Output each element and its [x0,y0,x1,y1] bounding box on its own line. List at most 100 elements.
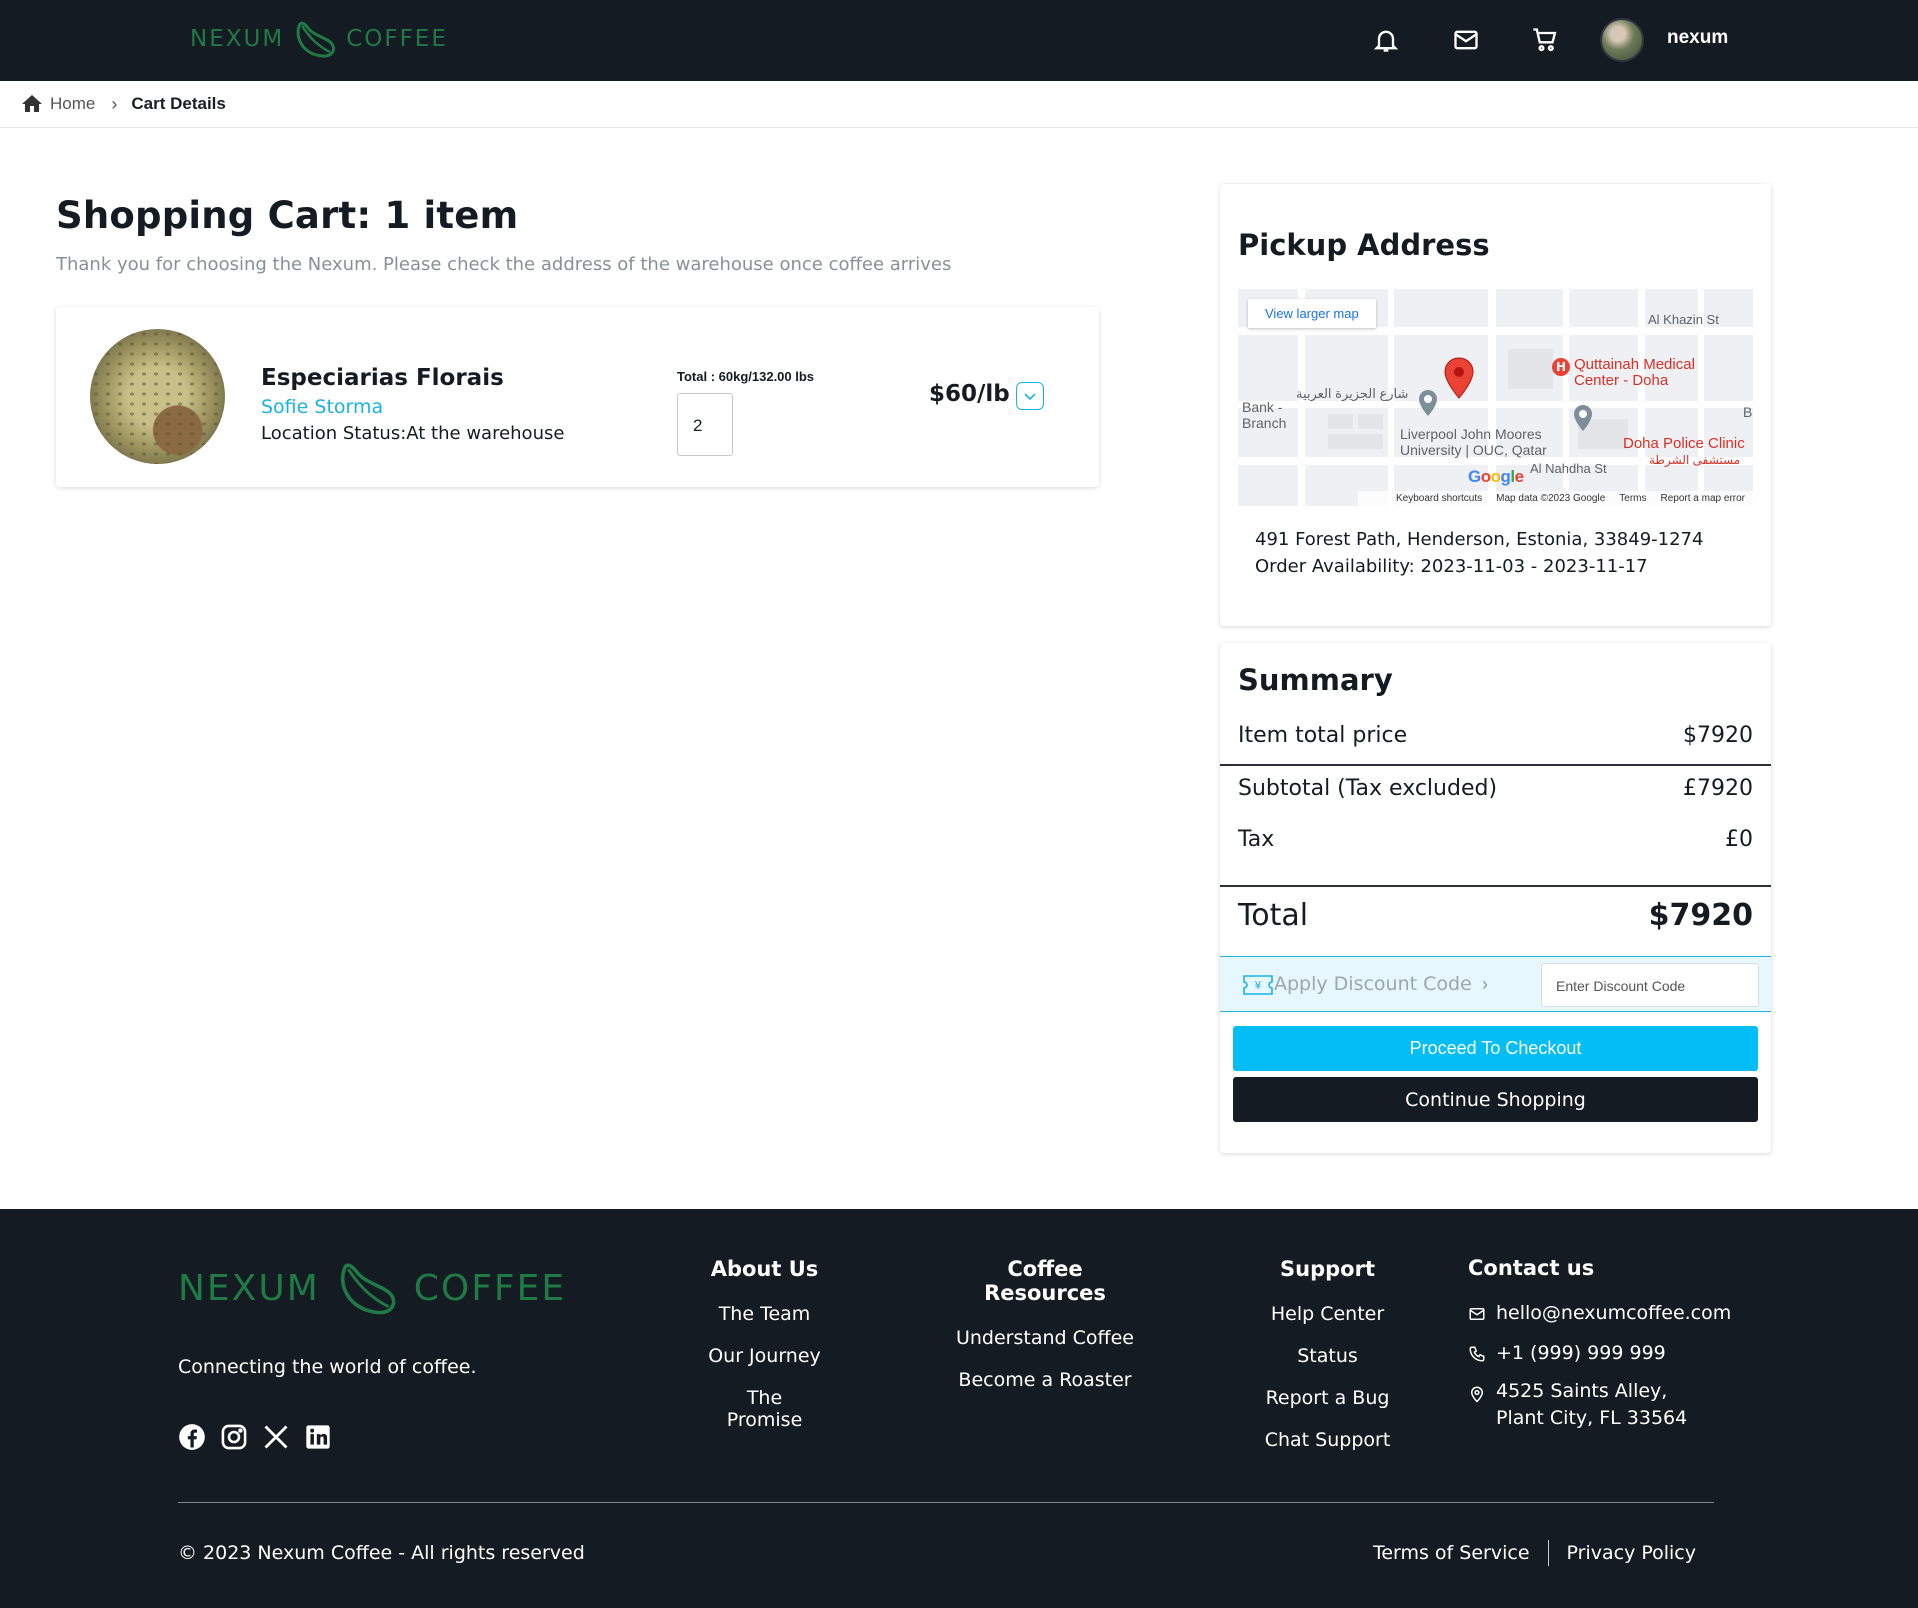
total-row: Total $7920 [1238,898,1753,933]
footer-link-status[interactable]: Status [1255,1345,1400,1367]
footer-resources-column: Coffee Resources Understand Coffee Becom… [945,1257,1145,1411]
map-label: B [1743,404,1753,420]
avatar[interactable] [1600,18,1644,62]
apply-discount-button[interactable]: Apply Discount Code [1274,973,1472,995]
cart-item-card: Especiarias Florais Sofie Storma Locatio… [56,307,1099,487]
mail-icon[interactable] [1452,26,1480,54]
map-label: مستشفى الشرطة [1649,453,1741,467]
footer-link-understand-coffee[interactable]: Understand Coffee [945,1327,1145,1349]
map-label: Doha Police Clinic [1623,435,1745,452]
item-total-row: Item total price $7920 [1238,723,1753,748]
breadcrumb-home[interactable]: Home [50,94,95,114]
cart-icon[interactable] [1531,26,1559,54]
contact-phone-text: +1 (999) 999 999 [1496,1342,1666,1364]
footer-link-our-journey[interactable]: Our Journey [707,1345,822,1367]
logo-text-left: NEXUM [190,26,285,52]
quantity-input[interactable]: 2 [677,393,733,456]
page-title: Shopping Cart: 1 item [56,194,519,237]
contact-email[interactable]: hello@nexumcoffee.com [1468,1302,1731,1324]
address-line: 4525 Saints Alley, [1496,1380,1668,1402]
item-roaster-link[interactable]: Sofie Storma [261,396,383,418]
home-icon[interactable] [20,92,44,116]
summary-value: $7920 [1683,723,1753,748]
copyright: © 2023 Nexum Coffee - All rights reserve… [178,1542,585,1564]
svg-text:H: H [1556,360,1566,374]
discount-bar: ¥ Apply Discount Code › Enter Discount C… [1220,956,1771,1012]
pickup-address: 491 Forest Path, Henderson, Estonia, 338… [1255,529,1704,550]
item-price: $60/lb [929,381,1010,407]
proceed-to-checkout-button[interactable]: Proceed To Checkout [1233,1026,1758,1071]
privacy-policy-link[interactable]: Privacy Policy [1567,1542,1696,1564]
google-logo: Google [1468,467,1524,486]
mail-icon [1469,1308,1485,1320]
map-label: Al Khazin St [1648,312,1719,327]
svg-text:¥: ¥ [1255,979,1262,992]
logo-text-right: COFFEE [346,26,448,52]
leaf-logo-icon [340,1263,396,1315]
bell-icon[interactable] [1372,26,1400,54]
price-dropdown-button[interactable] [1016,382,1044,410]
item-location-status: Location Status:At the warehouse [261,423,565,444]
footer-tagline: Connecting the world of coffee. [178,1356,477,1378]
footer-heading: Coffee Resources [984,1257,1106,1305]
x-icon[interactable] [262,1423,290,1451]
total-label: Total [1238,898,1309,933]
chevron-right-icon: › [1482,974,1488,994]
item-name[interactable]: Especiarias Florais [261,365,504,391]
item-total-weight: Total : 60kg/132.00 lbs [677,369,815,384]
page-subtitle: Thank you for choosing the Nexum. Please… [56,254,952,275]
top-navbar: NEXUM COFFEE nexum [0,0,1918,81]
divider [1220,885,1771,887]
map-label: Bank - Branch [1242,399,1287,431]
map-report-error-link[interactable]: Report a map error [1661,493,1745,504]
map-label: Al Nahdha St [1530,461,1607,476]
summary-value: £7920 [1683,776,1753,801]
linkedin-icon[interactable] [304,1423,332,1451]
footer-logo[interactable]: NEXUM COFFEE [178,1254,566,1322]
view-larger-map-link[interactable]: View larger map [1248,299,1376,328]
legal-links: Terms of Service Privacy Policy [1373,1540,1696,1566]
map-keyboard-shortcuts[interactable]: Keyboard shortcuts [1396,493,1482,504]
social-links [178,1423,332,1451]
map-place-icon [1419,390,1437,416]
pickup-address-card: Pickup Address View larger map Al Khazin… [1220,184,1771,626]
footer-heading: About Us [710,1257,819,1281]
footer-support-column: Support Help Center Status Report a Bug … [1255,1257,1400,1471]
summary-label: Item total price [1238,723,1408,748]
divider [1547,1540,1549,1566]
map-marker-icon [1444,357,1474,399]
map-data-credit: Map data ©2023 Google [1496,493,1606,504]
map-label: شارع الجزيرة العربية [1296,386,1409,401]
footer-link-the-promise[interactable]: The Promise [707,1387,822,1431]
logo-text-left: NEXUM [178,1267,320,1309]
facebook-icon[interactable] [178,1423,206,1451]
map-embed[interactable]: View larger map Al Khazin St H Quttainah… [1238,289,1753,506]
total-value: $7920 [1648,898,1753,933]
breadcrumb: Home › Cart Details [0,81,1918,128]
terms-of-service-link[interactable]: Terms of Service [1373,1542,1530,1564]
footer-about-column: About Us The Team Our Journey The Promis… [707,1257,822,1451]
contact-email-text: hello@nexumcoffee.com [1496,1302,1732,1324]
breadcrumb-current: Cart Details [131,94,226,113]
chevron-right-icon: › [111,93,118,114]
footer-link-report-bug[interactable]: Report a Bug [1255,1387,1400,1409]
username[interactable]: nexum [1667,27,1728,49]
contact-phone[interactable]: +1 (999) 999 999 [1468,1342,1731,1364]
leaf-logo-icon [296,21,336,58]
map-label: Quttainah Medical Center - Doha [1574,356,1695,389]
chevron-down-icon [1024,393,1036,401]
footer-link-chat-support[interactable]: Chat Support [1255,1429,1400,1451]
discount-code-input[interactable]: Enter Discount Code [1541,963,1759,1007]
instagram-icon[interactable] [220,1423,248,1451]
order-availability: Order Availability: 2023-11-03 - 2023-11… [1255,556,1648,577]
footer-link-become-roaster[interactable]: Become a Roaster [945,1369,1145,1391]
subtotal-row: Subtotal (Tax excluded) £7920 [1238,776,1753,801]
footer-link-help-center[interactable]: Help Center [1255,1303,1400,1325]
map-label: Liverpool John Moores University | OUC, … [1400,426,1547,458]
footer-link-the-team[interactable]: The Team [707,1303,822,1325]
map-footer: Keyboard shortcuts Map data ©2023 Google… [1358,491,1753,506]
logo-text-right: COFFEE [413,1267,567,1309]
nexum-coffee-logo[interactable]: NEXUM COFFEE [190,18,448,60]
map-terms-link[interactable]: Terms [1619,493,1646,504]
continue-shopping-button[interactable]: Continue Shopping [1233,1077,1758,1122]
